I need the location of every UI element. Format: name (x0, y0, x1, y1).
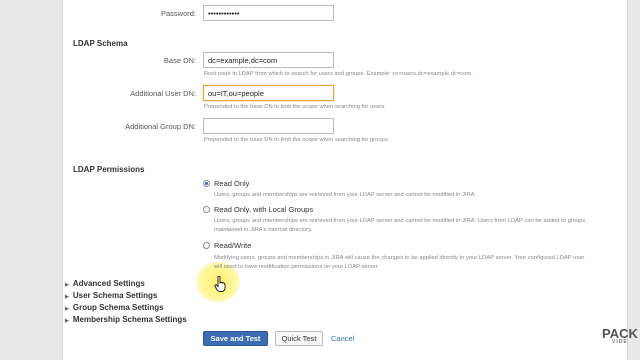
base-dn-help: Root node in LDAP from which to search f… (204, 71, 473, 77)
read-only-local-groups-description-2: maintained in JIRA's internal directory. (214, 227, 313, 233)
membership-schema-settings-expander[interactable]: ▶ Membership Schema Settings (65, 315, 187, 324)
read-write-radio[interactable] (203, 242, 210, 249)
read-only-local-groups-label[interactable]: Read Only, with Local Groups (214, 205, 313, 214)
additional-group-dn-field[interactable] (203, 118, 334, 134)
read-only-local-groups-radio[interactable] (203, 206, 210, 213)
ldap-permissions-heading: LDAP Permissions (73, 165, 145, 174)
hand-cursor-icon (214, 276, 226, 292)
base-dn-field[interactable] (203, 52, 334, 68)
expand-arrow-icon: ▶ (65, 282, 69, 288)
read-only-label[interactable]: Read Only (214, 179, 249, 188)
cancel-link[interactable]: Cancel (331, 334, 354, 343)
read-write-label[interactable]: Read/Write (214, 241, 251, 250)
additional-user-dn-help: Prepended to the base DN to limit the sc… (204, 104, 386, 110)
advanced-settings-expander[interactable]: ▶ Advanced Settings (65, 279, 145, 288)
password-label: Password: (160, 9, 196, 18)
read-only-radio[interactable] (203, 180, 210, 187)
additional-user-dn-field[interactable] (203, 85, 334, 101)
additional-user-dn-label: Additional User DN: (130, 89, 196, 98)
user-schema-settings-expander[interactable]: ▶ User Schema Settings (65, 291, 157, 300)
read-write-description: Modifying users, groups and memberships … (214, 255, 585, 261)
ldap-schema-heading: LDAP Schema (73, 39, 128, 48)
password-field[interactable] (203, 5, 334, 21)
expand-arrow-icon: ▶ (65, 294, 69, 300)
base-dn-label: Base DN: (163, 56, 196, 65)
expand-arrow-icon: ▶ (65, 306, 69, 312)
additional-group-dn-help: Prepended to the base DN to limit the sc… (204, 137, 390, 143)
read-only-local-groups-description: Users, groups and memberships are retrie… (214, 218, 586, 224)
save-and-test-button[interactable]: Save and Test (203, 331, 268, 346)
group-schema-settings-expander[interactable]: ▶ Group Schema Settings (65, 303, 164, 312)
packt-video-watermark: PACK VIDE (602, 326, 638, 345)
read-only-description: Users, groups and memberships are retrie… (214, 192, 477, 198)
expand-arrow-icon: ▶ (65, 318, 69, 324)
read-write-description-2: will need to have modification permissio… (214, 264, 379, 270)
quick-test-button[interactable]: Quick Test (275, 331, 323, 346)
additional-group-dn-label: Additional Group DN: (125, 122, 196, 131)
